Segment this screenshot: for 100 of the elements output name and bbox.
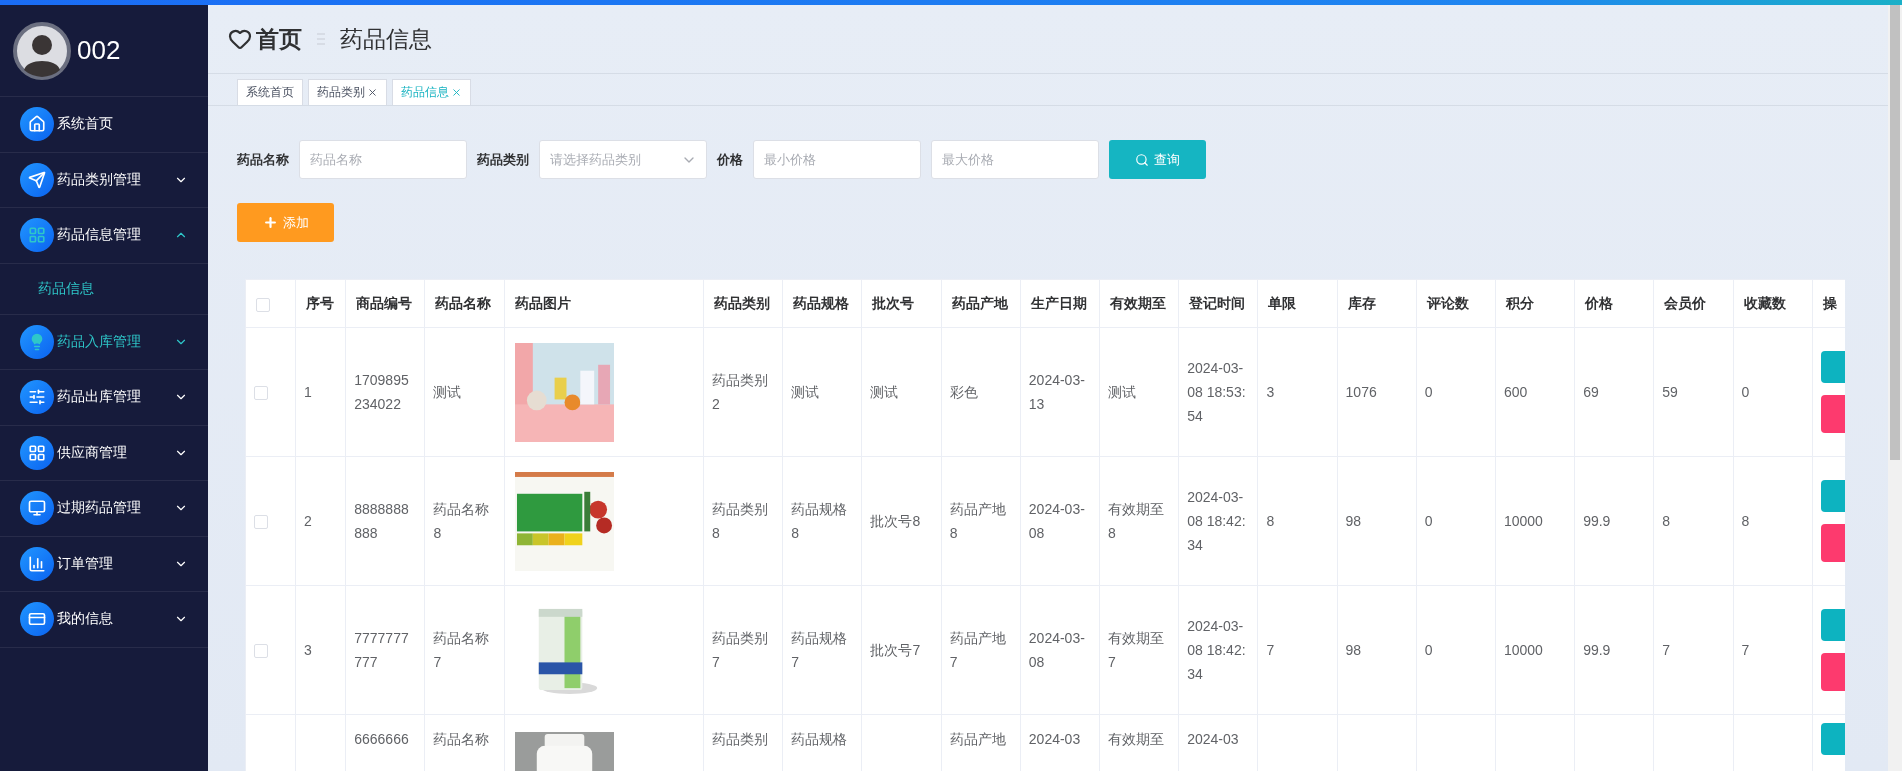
table-cell: 药品名称7: [433, 630, 490, 670]
table-cell: 测试: [433, 384, 462, 400]
sliders-icon: [20, 380, 54, 415]
column-header[interactable]: 收藏数: [1743, 294, 1786, 311]
table-cell: 98: [1345, 642, 1362, 658]
close-icon[interactable]: [367, 87, 378, 98]
menu-item[interactable]: 药品信息管理: [0, 208, 208, 264]
table-cell: 99.9: [1583, 513, 1611, 529]
menu-item[interactable]: 过期药品管理: [0, 481, 208, 537]
user-name: 002: [77, 35, 121, 66]
breadcrumb-current: 药品信息: [340, 24, 432, 54]
column-header[interactable]: 药品图片: [514, 294, 571, 311]
scrollbar[interactable]: [1888, 5, 1902, 771]
table-cell: 1: [304, 384, 312, 400]
table-cell: 2024-03-08: [1028, 630, 1085, 670]
column-header[interactable]: 积分: [1505, 294, 1534, 311]
table-cell: 彩色: [949, 384, 978, 400]
table-cell: 有效期至7: [1108, 630, 1164, 670]
menu-item[interactable]: 药品类别管理: [0, 152, 208, 208]
menu-item[interactable]: 订单管理: [0, 536, 208, 592]
checkbox[interactable]: [256, 297, 270, 312]
table-cell: 7: [1266, 642, 1275, 658]
heart-icon: [228, 27, 252, 51]
column-header[interactable]: 序号: [306, 294, 335, 311]
monitor-icon: [20, 491, 54, 526]
table-cell: 2024-03: [1187, 731, 1239, 747]
table-cell: 98: [1345, 513, 1362, 529]
table-cell: 7: [1741, 642, 1750, 658]
table-cell: 有效期至8: [1108, 501, 1164, 541]
table-cell: 2024-03-08 18:42:34: [1187, 489, 1246, 553]
table-cell: 药品名称8: [433, 501, 490, 541]
home-icon: [20, 107, 54, 142]
table-cell: 2: [304, 513, 312, 529]
table-cell: 2024-03-08 18:42:34: [1187, 618, 1246, 682]
table-cell: 59: [1662, 384, 1678, 400]
table-cell: 测试: [870, 384, 899, 400]
menu-item[interactable]: 药品出库管理: [0, 370, 208, 426]
table-cell: 药品规格: [791, 731, 848, 747]
breadcrumb-home[interactable]: 首页: [256, 23, 302, 55]
table-cell: 药品产地7: [949, 630, 1006, 670]
table-cell: 0: [1741, 384, 1750, 400]
menu-item[interactable]: 药品入库管理: [0, 314, 208, 370]
table-cell: 1709895234022: [354, 372, 409, 412]
field-label: 药品类别: [477, 150, 529, 169]
table-cell: 6666666: [354, 731, 409, 747]
table-cell: 1076: [1345, 384, 1377, 400]
plus-icon: [262, 215, 278, 230]
table-cell: 药品产地8: [949, 501, 1006, 541]
table-cell: 测试: [1108, 384, 1136, 400]
menu-item[interactable]: 我的信息: [0, 592, 208, 648]
category-select[interactable]: 请选择药品类别: [539, 140, 707, 179]
menu-item[interactable]: 系统首页: [0, 97, 208, 153]
table-cell: 药品产地: [949, 731, 1006, 747]
table-cell: 8888888888: [354, 501, 409, 541]
checkbox[interactable]: [254, 515, 268, 530]
table-cell: 8: [1662, 513, 1671, 529]
table-cell: 8: [1266, 513, 1275, 529]
paper-plane-icon: [20, 162, 54, 197]
page-tab[interactable]: 系统首页: [237, 79, 303, 105]
column-header[interactable]: 会员价: [1664, 294, 1707, 311]
grid-icon: [20, 435, 54, 470]
column-header[interactable]: 操: [1822, 294, 1837, 311]
table-cell: 药品类别8: [712, 501, 769, 541]
table-cell: 药品名称: [433, 731, 490, 747]
table-cell: 600: [1503, 384, 1528, 400]
table-cell: 10000: [1503, 513, 1543, 529]
table-cell: 测试: [791, 384, 820, 400]
search-field[interactable]: 最小价格: [753, 140, 921, 179]
column-header[interactable]: 价格: [1585, 294, 1614, 311]
lightbulb-icon: [20, 324, 54, 359]
table-cell: 2024-03-13: [1028, 372, 1085, 412]
table-cell: 药品类别7: [712, 630, 769, 670]
table-cell: 批次号8: [870, 513, 921, 529]
search-icon: [1135, 152, 1149, 167]
column-header[interactable]: 单限: [1268, 294, 1297, 311]
checkbox[interactable]: [254, 644, 268, 659]
field-label: 价格: [717, 150, 743, 169]
column-header[interactable]: 评论数: [1426, 294, 1469, 311]
table-cell: 99.9: [1583, 642, 1611, 658]
table-cell: 3: [1266, 384, 1275, 400]
bar-chart-icon: [20, 546, 54, 581]
column-header[interactable]: 批次号: [872, 294, 915, 311]
page-tab[interactable]: 药品类别: [308, 79, 387, 105]
table-cell: 0: [1424, 642, 1433, 658]
table-cell: 0: [1424, 513, 1433, 529]
table-cell: 3: [304, 642, 312, 658]
checkbox[interactable]: [254, 386, 268, 401]
table-cell: 2024-03: [1028, 731, 1081, 747]
column-header[interactable]: 库存: [1347, 294, 1376, 311]
table-cell: 药品规格8: [791, 501, 848, 541]
table-cell: 10000: [1503, 642, 1543, 658]
table-cell: 2024-03-08 18:53:54: [1187, 360, 1246, 424]
card-icon: [20, 602, 54, 637]
table-cell: 0: [1424, 384, 1433, 400]
menu-item[interactable]: 供应商管理: [0, 425, 208, 481]
table-cell: 7777777777: [354, 630, 409, 670]
table-cell: 药品规格7: [791, 630, 848, 670]
search-field[interactable]: 药品名称: [299, 140, 467, 179]
table-cell: 有效期至: [1108, 731, 1164, 747]
search-field[interactable]: 最大价格: [931, 140, 1099, 179]
